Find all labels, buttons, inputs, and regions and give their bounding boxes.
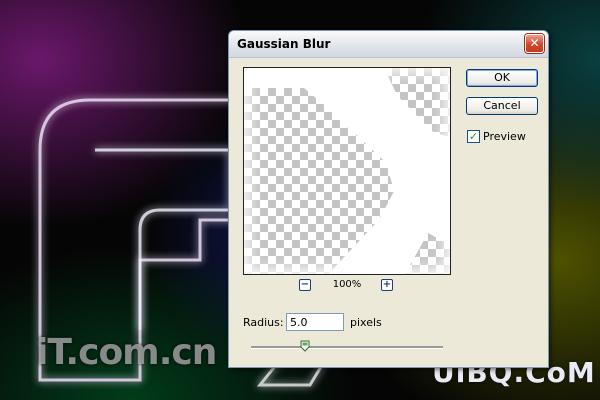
gaussian-blur-dialog: Gaussian Blur ✕ − 100% + OK Cancel ✓ Pre… [228,30,549,368]
dialog-titlebar[interactable]: Gaussian Blur ✕ [229,31,548,58]
radius-label: Radius: [243,316,284,329]
close-icon: ✕ [529,36,540,50]
cancel-button[interactable]: Cancel [466,97,538,115]
blur-preview[interactable] [243,67,451,275]
zoom-controls: − 100% + [243,279,451,293]
units-label: pixels [350,316,382,329]
zoom-in-button[interactable]: + [381,279,393,291]
radius-slider-track[interactable] [251,346,443,349]
preview-checkbox[interactable]: ✓ [467,130,480,143]
zoom-level: 100% [332,279,362,290]
close-button[interactable]: ✕ [525,34,544,53]
plus-icon: + [382,279,392,290]
radius-input[interactable] [286,313,344,331]
preview-label[interactable]: Preview [483,130,526,143]
preview-blur-overlay [244,68,450,274]
radius-slider-thumb[interactable] [300,340,310,352]
dialog-title: Gaussian Blur [237,37,331,51]
watermark-left: iT.com.cn [36,332,217,373]
ok-button[interactable]: OK [466,69,538,87]
